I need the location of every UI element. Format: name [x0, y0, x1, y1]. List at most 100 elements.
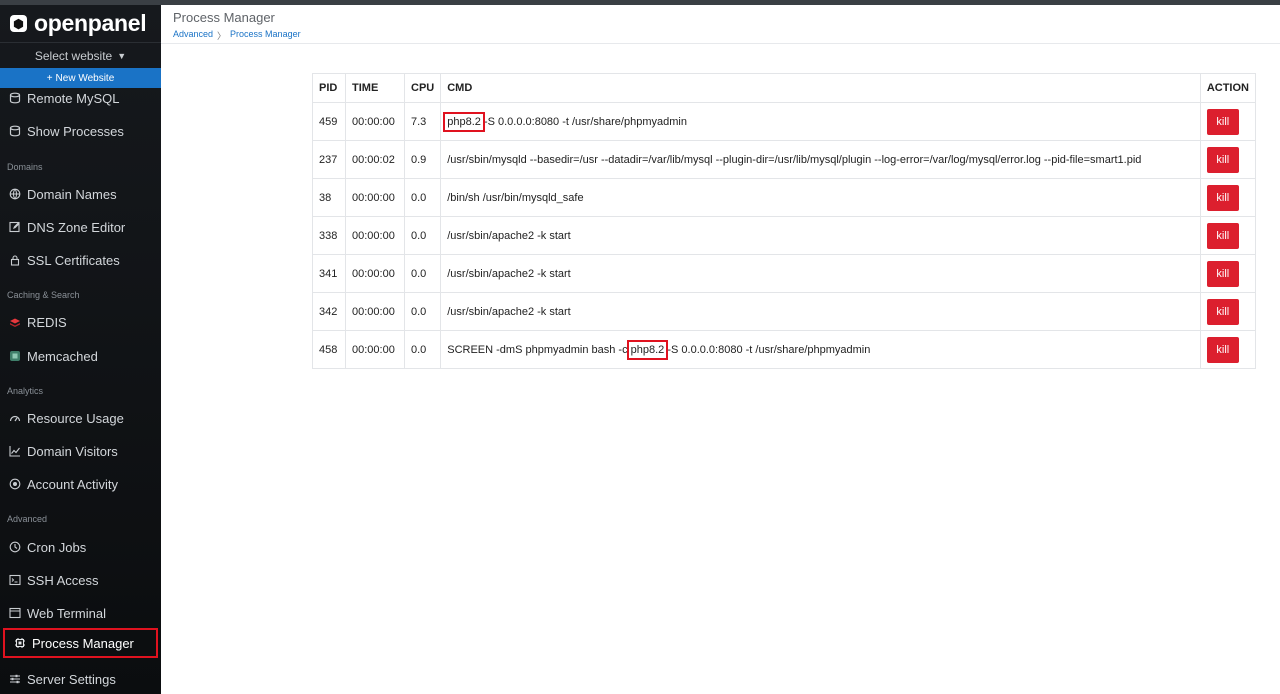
sidebar-item-cron-jobs[interactable]: Cron Jobs — [0, 532, 161, 562]
cmd-prefix: SCREEN -dmS phpmyadmin bash -c — [447, 343, 631, 356]
kill-button[interactable]: kill — [1206, 222, 1239, 249]
sidebar-item-resource-usage[interactable]: Resource Usage — [0, 403, 161, 433]
cell-cpu: 0.0 — [403, 178, 442, 217]
chevron-right-icon: 〉 — [217, 31, 227, 41]
redis-icon — [9, 316, 21, 328]
column-header-pid: PID — [312, 73, 346, 103]
logo[interactable]: ⬢ openpanel — [0, 5, 161, 43]
cell-pid: 459 — [312, 102, 346, 141]
breadcrumb-advanced[interactable]: Advanced — [173, 29, 213, 42]
column-header-time: TIME — [345, 73, 405, 103]
cell-cmd: /usr/sbin/apache2 -k start — [440, 292, 1201, 331]
web-terminal-icon — [9, 607, 21, 619]
chart-icon — [9, 445, 21, 457]
kill-button[interactable]: kill — [1206, 336, 1239, 363]
sidebar-item-redis[interactable]: REDIS — [0, 307, 161, 337]
sidebar-item-show-processes[interactable]: Show Processes — [0, 116, 161, 146]
sidebar-item-web-terminal[interactable]: Web Terminal — [0, 598, 161, 628]
table-row: 458 00:00:00 0.0 SCREEN -dmS phpmyadmin … — [312, 330, 1257, 369]
cell-cpu: 0.9 — [403, 140, 442, 179]
sidebar-item-label: Memcached — [27, 348, 98, 364]
column-header-cpu: CPU — [403, 73, 442, 103]
database-icon — [9, 125, 21, 137]
process-table: PID TIME CPU CMD ACTION 459 00:00:00 7.3… — [312, 73, 1257, 369]
globe-icon — [9, 188, 21, 200]
plus-icon: + — [46, 72, 53, 84]
column-header-cmd: CMD — [440, 73, 1201, 103]
sidebar-item-label: Process Manager — [32, 635, 134, 651]
cmd-suffix: -S 0.0.0.0:8080 -t /usr/share/phpmyadmin — [664, 343, 871, 356]
cell-pid: 458 — [312, 330, 346, 369]
sidebar-item-process-manager[interactable]: Process Manager — [3, 628, 158, 658]
table-row: 38 00:00:00 0.0 /bin/sh /usr/bin/mysqld_… — [312, 178, 1257, 217]
column-header-action: ACTION — [1199, 73, 1257, 103]
sidebar-item-domain-names[interactable]: Domain Names — [0, 179, 161, 209]
cell-cmd: php8.2 -S 0.0.0.0:8080 -t /usr/share/php… — [440, 102, 1201, 141]
table-row: 459 00:00:00 7.3 php8.2 -S 0.0.0.0:8080 … — [312, 102, 1257, 141]
cell-cmd: SCREEN -dmS phpmyadmin bash -c php8.2 -S… — [440, 330, 1201, 369]
cell-time: 00:00:00 — [345, 216, 405, 255]
cell-action: kill — [1199, 178, 1257, 217]
terminal-icon — [9, 574, 21, 586]
new-website-label: New Website — [55, 72, 115, 84]
kill-button[interactable]: kill — [1206, 184, 1239, 211]
sidebar-item-label: Remote MySQL — [27, 90, 120, 106]
cell-cpu: 7.3 — [403, 102, 442, 141]
sidebar-item-dns-zone-editor[interactable]: DNS Zone Editor — [0, 212, 161, 242]
sidebar-item-remote-mysql[interactable]: Remote MySQL — [0, 83, 161, 113]
gauge-icon — [9, 412, 21, 424]
table-row: 237 00:00:02 0.9 /usr/sbin/mysqld --base… — [312, 140, 1257, 179]
cell-cpu: 0.0 — [403, 330, 442, 369]
cell-action: kill — [1199, 330, 1257, 369]
sidebar-item-label: Domain Visitors — [27, 443, 118, 459]
section-caching-search: Caching & Search — [7, 290, 80, 300]
sidebar-item-label: SSL Certificates — [27, 252, 120, 268]
select-website-dropdown[interactable]: Select website ▼ — [0, 43, 161, 68]
cell-cpu: 0.0 — [403, 254, 442, 293]
table-row: 342 00:00:00 0.0 /usr/sbin/apache2 -k st… — [312, 292, 1257, 331]
sidebar-item-ssl-certificates[interactable]: SSL Certificates — [0, 245, 161, 275]
cell-cmd: /usr/sbin/apache2 -k start — [440, 254, 1201, 293]
table-row: 341 00:00:00 0.0 /usr/sbin/apache2 -k st… — [312, 254, 1257, 293]
sliders-icon — [9, 673, 21, 685]
sidebar-item-memcached[interactable]: Memcached — [0, 341, 161, 371]
section-advanced: Advanced — [7, 514, 48, 524]
sidebar-item-label: DNS Zone Editor — [27, 219, 126, 235]
cell-cpu: 0.0 — [403, 216, 442, 255]
select-website-label: Select website — [34, 48, 113, 63]
cpu-icon — [14, 637, 26, 649]
section-analytics: Analytics — [7, 386, 44, 396]
sidebar-item-domain-visitors[interactable]: Domain Visitors — [0, 436, 161, 466]
sidebar-item-label: SSH Access — [27, 572, 99, 588]
page-header: Process Manager Advanced 〉 Process Manag… — [161, 5, 1280, 44]
edit-icon — [9, 221, 21, 233]
cmd-suffix: -S 0.0.0.0:8080 -t /usr/share/phpmyadmin — [480, 115, 687, 128]
database-icon — [9, 92, 21, 104]
kill-button[interactable]: kill — [1206, 108, 1239, 135]
kill-button[interactable]: kill — [1206, 298, 1239, 325]
cell-pid: 338 — [312, 216, 346, 255]
kill-button[interactable]: kill — [1206, 146, 1239, 173]
cell-time: 00:00:00 — [345, 178, 405, 217]
cell-action: kill — [1199, 216, 1257, 255]
sidebar-item-label: Show Processes — [27, 123, 124, 139]
cell-cmd: /bin/sh /usr/bin/mysqld_safe — [440, 178, 1201, 217]
cell-time: 00:00:00 — [345, 102, 405, 141]
kill-button[interactable]: kill — [1206, 260, 1239, 287]
sidebar-item-label: Resource Usage — [27, 410, 124, 426]
cell-pid: 342 — [312, 292, 346, 331]
lock-icon — [9, 254, 21, 266]
cell-action: kill — [1199, 292, 1257, 331]
cell-action: kill — [1199, 102, 1257, 141]
cell-time: 00:00:00 — [345, 254, 405, 293]
cell-pid: 38 — [312, 178, 346, 217]
cell-cmd: /usr/sbin/apache2 -k start — [440, 216, 1201, 255]
cell-cmd: /usr/sbin/mysqld --basedir=/usr --datadi… — [440, 140, 1201, 179]
breadcrumb-process-manager[interactable]: Process Manager — [230, 29, 301, 42]
cell-pid: 341 — [312, 254, 346, 293]
sidebar-item-label: Account Activity — [27, 476, 119, 492]
sidebar-item-account-activity[interactable]: Account Activity — [0, 469, 161, 499]
sidebar-item-server-settings[interactable]: Server Settings — [0, 664, 161, 694]
sidebar-item-ssh-access[interactable]: SSH Access — [0, 565, 161, 595]
cell-action: kill — [1199, 140, 1257, 179]
